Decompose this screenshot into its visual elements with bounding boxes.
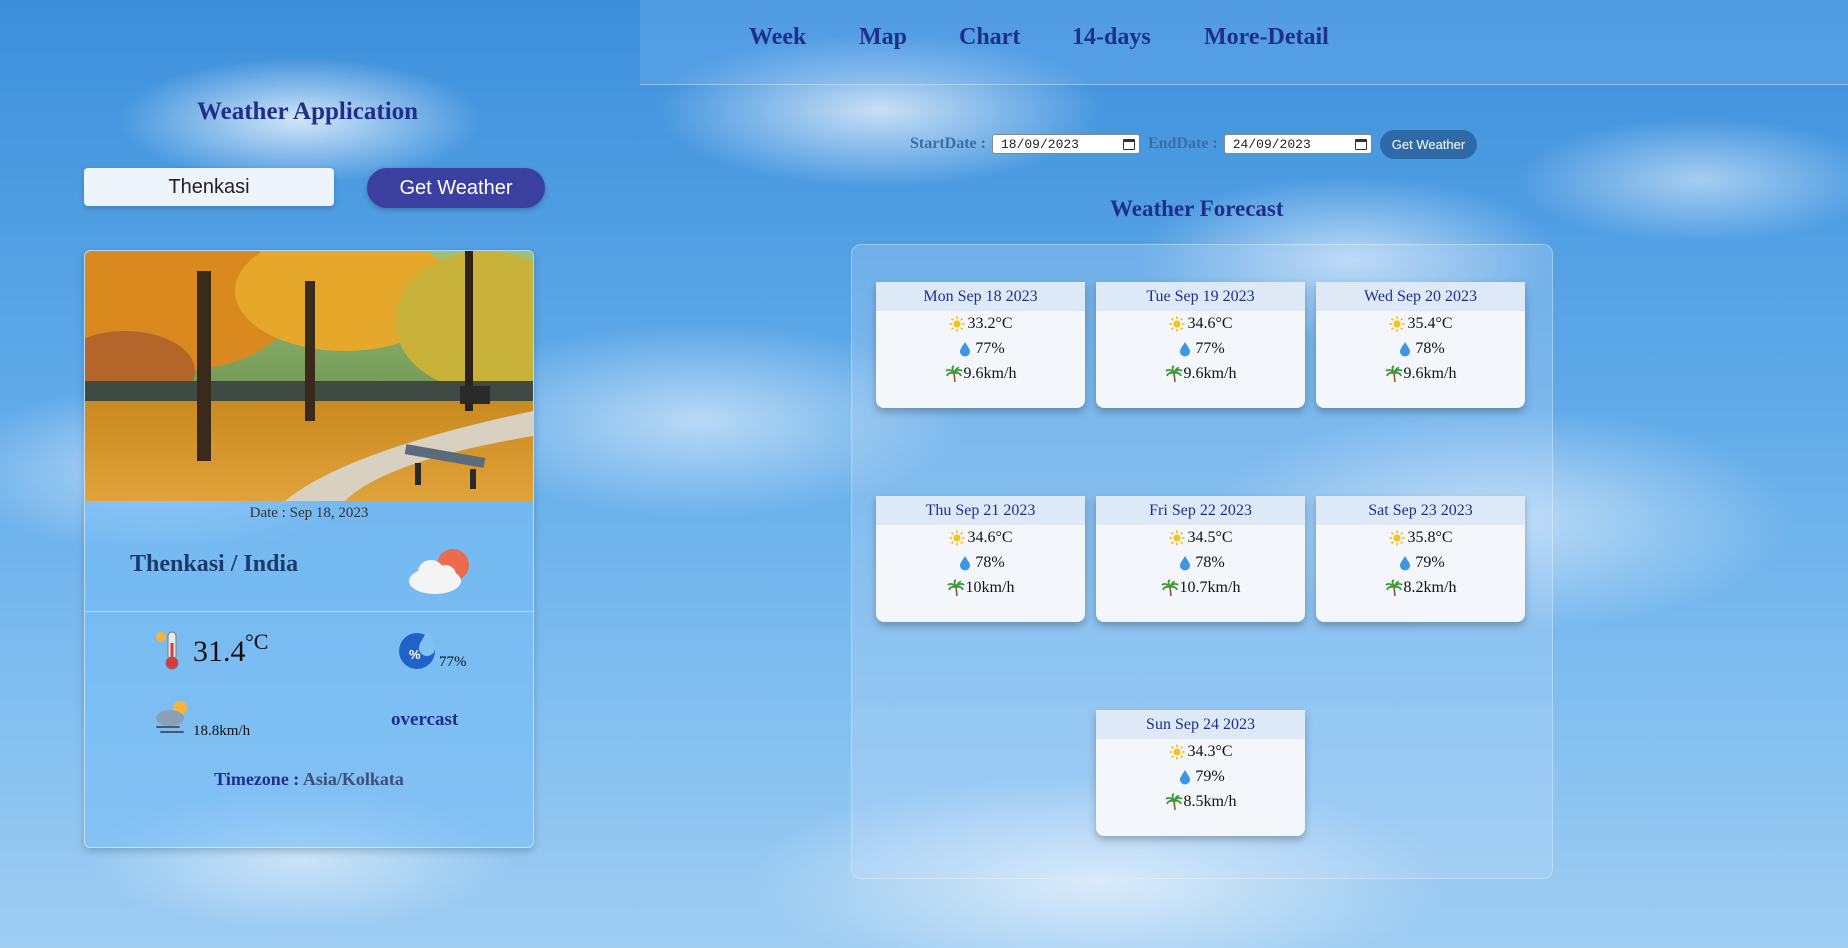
palm-tree-icon: [1384, 364, 1403, 383]
end-date-label: EndDate :: [1147, 135, 1218, 152]
forecast-day-date: Sun Sep 24 2023: [1096, 710, 1305, 739]
temperature-unit: °C: [245, 629, 269, 654]
sun-icon: [1388, 529, 1406, 547]
forecast-day-wind: 10.7km/h: [1179, 579, 1241, 596]
forecast-day-humidity: 79%: [1195, 768, 1225, 785]
timezone-value: Asia/Kolkata: [302, 769, 404, 789]
forecast-day-card: Sat Sep 23 2023 35.8°C 79% 8.2km/h: [1316, 496, 1525, 622]
forecast-day-date: Fri Sep 22 2023: [1096, 496, 1305, 525]
nav-map-link[interactable]: Map: [859, 24, 907, 51]
forecast-day-wind: 8.5km/h: [1183, 793, 1237, 810]
current-weather-card: Date : Sep 18, 2023 Thenkasi / India 31.…: [84, 250, 534, 848]
forecast-day-date: Thu Sep 21 2023: [876, 496, 1085, 525]
wind-cloud-icon: [156, 701, 187, 733]
forecast-day-temp: 34.5°C: [1187, 529, 1233, 546]
end-date-value: 24/09/2023: [1232, 136, 1311, 152]
current-wind: 18.8km/h: [193, 723, 251, 739]
forecast-day-wind: 8.2km/h: [1403, 579, 1457, 596]
palm-tree-icon: [1164, 364, 1183, 383]
sun-icon: [1168, 315, 1186, 333]
palm-tree-icon: [946, 578, 965, 597]
forecast-day-card: Thu Sep 21 2023 34.6°C 78% 10km/h: [876, 496, 1085, 622]
svg-text:%: %: [409, 647, 421, 662]
current-humidity: 77%: [439, 654, 467, 670]
timezone: Timezone : Asia/Kolkata: [85, 769, 533, 790]
current-temperature: 31.4: [193, 635, 246, 668]
palm-tree-icon: [1384, 578, 1403, 597]
sun-icon: [948, 315, 966, 333]
droplet-icon: [956, 340, 974, 358]
calendar-icon[interactable]: [1122, 138, 1135, 150]
app-title: Weather Application: [197, 98, 419, 125]
nav-more-detail-link[interactable]: More-Detail: [1204, 24, 1329, 51]
card-divider: [85, 611, 533, 612]
forecast-day-card: Fri Sep 22 2023 34.5°C 78% 10.7km/h: [1096, 496, 1305, 622]
location-name: Thenkasi / India: [130, 551, 299, 577]
nav-week-link[interactable]: Week: [749, 24, 806, 51]
forecast-day-humidity: 78%: [975, 554, 1005, 571]
droplet-icon: [1396, 340, 1414, 358]
forecast-day-humidity: 77%: [975, 340, 1005, 357]
humidity-icon: %: [399, 631, 435, 669]
sun-icon: [1168, 529, 1186, 547]
forecast-day-card: Mon Sep 18 2023 33.2°C 77% 9.6km/h: [876, 282, 1085, 408]
timezone-label: Timezone :: [214, 769, 300, 789]
forecast-day-card: Sun Sep 24 2023 34.3°C 79% 8.5km/h: [1096, 710, 1305, 836]
droplet-icon: [1176, 768, 1194, 786]
forecast-day-wind: 9.6km/h: [1183, 365, 1237, 382]
forecast-day-temp: 34.3°C: [1187, 743, 1233, 760]
calendar-icon[interactable]: [1354, 138, 1367, 150]
palm-tree-icon: [1160, 578, 1179, 597]
forecast-day-wind: 10km/h: [965, 579, 1015, 596]
forecast-day-wind: 9.6km/h: [963, 365, 1017, 382]
forecast-day-temp: 35.4°C: [1407, 315, 1453, 332]
current-date: Date : Sep 18, 2023: [249, 505, 369, 521]
start-date-label: StartDate :: [910, 135, 986, 152]
forecast-day-temp: 33.2°C: [967, 315, 1013, 332]
sun-icon: [948, 529, 966, 547]
end-date-input[interactable]: 24/09/2023: [1223, 134, 1372, 154]
droplet-icon: [1176, 340, 1194, 358]
forecast-day-card: Wed Sep 20 2023 35.4°C 78% 9.6km/h: [1316, 282, 1525, 408]
forecast-day-date: Sat Sep 23 2023: [1316, 496, 1525, 525]
forecast-day-date: Mon Sep 18 2023: [876, 282, 1085, 311]
forecast-day-date: Tue Sep 19 2023: [1096, 282, 1305, 311]
forecast-day-humidity: 79%: [1415, 554, 1445, 571]
date-range-bar: StartDate : 18/09/2023 EndDate : 24/09/2…: [910, 129, 1478, 159]
palm-tree-icon: [944, 364, 963, 383]
thermometer-icon: [156, 631, 179, 670]
droplet-icon: [1176, 554, 1194, 572]
top-nav: Week Map Chart 14-days More-Detail: [640, 0, 1848, 85]
start-date-input[interactable]: 18/09/2023: [991, 134, 1140, 154]
forecast-day-humidity: 78%: [1195, 554, 1225, 571]
forecast-day-temp: 35.8°C: [1407, 529, 1453, 546]
forecast-day-temp: 34.6°C: [967, 529, 1013, 546]
autumn-park-image: [85, 251, 533, 501]
cloud-sun-icon: [409, 549, 469, 594]
forecast-day-temp: 34.6°C: [1187, 315, 1233, 332]
forecast-day-wind: 9.6km/h: [1403, 365, 1457, 382]
sun-icon: [1388, 315, 1406, 333]
nav-chart-link[interactable]: Chart: [959, 24, 1020, 51]
forecast-day-card: Tue Sep 19 2023 34.6°C 77% 9.6km/h: [1096, 282, 1305, 408]
forecast-day-humidity: 77%: [1195, 340, 1225, 357]
start-date-value: 18/09/2023: [1000, 136, 1079, 152]
droplet-icon: [956, 554, 974, 572]
nav-14-days-link[interactable]: 14-days: [1072, 24, 1151, 51]
sun-icon: [1168, 743, 1186, 761]
forecast-title: Weather Forecast: [1110, 196, 1284, 221]
city-input[interactable]: [84, 168, 334, 206]
forecast-day-humidity: 78%: [1415, 340, 1445, 357]
range-get-weather-button[interactable]: Get Weather: [1379, 129, 1478, 159]
palm-tree-icon: [1164, 792, 1183, 811]
get-weather-button[interactable]: Get Weather: [367, 168, 545, 208]
forecast-day-date: Wed Sep 20 2023: [1316, 282, 1525, 311]
droplet-icon: [1396, 554, 1414, 572]
weather-condition: overcast: [391, 709, 459, 730]
